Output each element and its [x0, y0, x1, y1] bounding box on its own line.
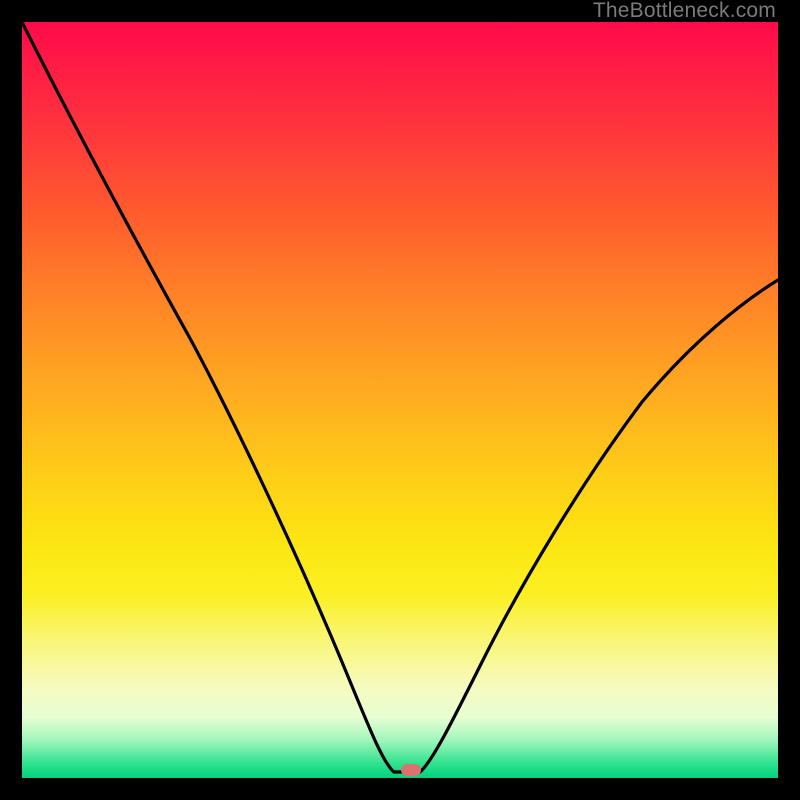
- watermark-text: TheBottleneck.com: [593, 0, 776, 22]
- optimal-point-marker: [401, 764, 421, 776]
- bottleneck-curve: [22, 22, 778, 778]
- plot-area: [22, 22, 778, 778]
- chart-frame: TheBottleneck.com: [0, 0, 800, 800]
